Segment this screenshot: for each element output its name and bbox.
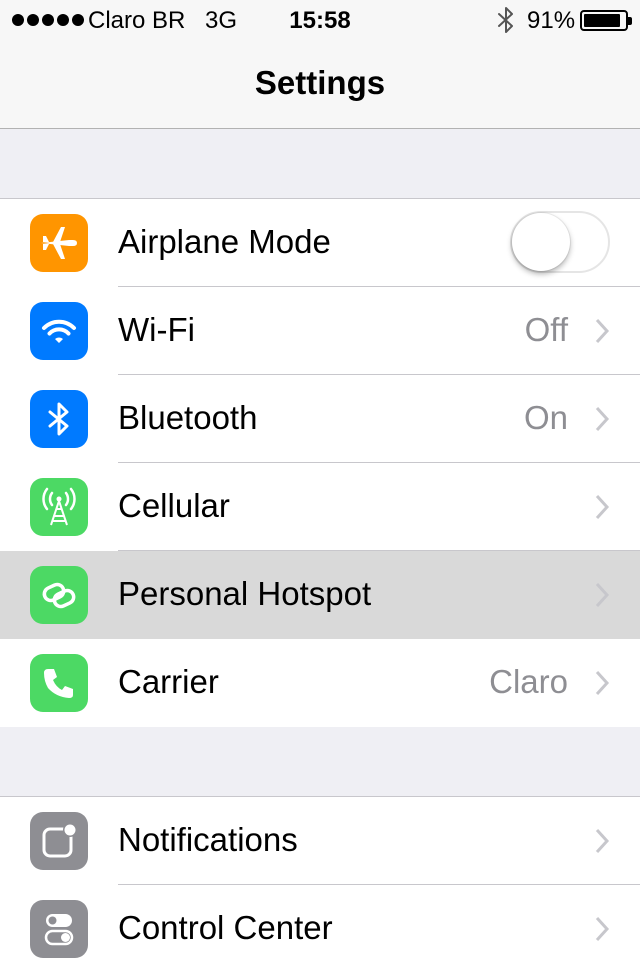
cellular-icon bbox=[30, 478, 88, 536]
wifi-icon bbox=[30, 302, 88, 360]
toggle-knob bbox=[512, 213, 570, 271]
settings-row-label: Cellular bbox=[118, 487, 230, 524]
settings-row-label: Carrier bbox=[118, 663, 219, 700]
chevron-right-icon bbox=[595, 670, 610, 696]
settings-row-label: Personal Hotspot bbox=[118, 575, 372, 612]
airplane-icon bbox=[30, 214, 88, 272]
settings-group-connectivity: Airplane Mode Wi-Fi Off Bluetooth On Cel… bbox=[0, 198, 640, 727]
settings-row-label: Notifications bbox=[118, 821, 298, 858]
navigation-bar: Settings bbox=[0, 40, 640, 129]
settings-row-label: Airplane Mode bbox=[118, 223, 331, 260]
settings-row-label: Bluetooth bbox=[118, 399, 258, 436]
settings-row-value: Off bbox=[524, 311, 568, 348]
page-title: Settings bbox=[254, 64, 386, 101]
settings-row-notifications[interactable]: Notifications bbox=[0, 797, 640, 885]
airplane-mode-toggle[interactable] bbox=[510, 211, 610, 273]
bluetooth-status-icon bbox=[498, 7, 513, 33]
settings-row-value: Claro bbox=[489, 663, 568, 700]
chevron-right-icon bbox=[595, 494, 610, 520]
settings-row-cellular[interactable]: Cellular bbox=[0, 463, 640, 551]
settings-row-personal-hotspot[interactable]: Personal Hotspot bbox=[0, 551, 640, 639]
chevron-right-icon bbox=[595, 406, 610, 432]
chevron-right-icon bbox=[595, 582, 610, 608]
control-center-icon bbox=[30, 900, 88, 958]
settings-row-control-center[interactable]: Control Center bbox=[0, 885, 640, 960]
settings-row-carrier[interactable]: Carrier Claro bbox=[0, 639, 640, 727]
settings-row-value: On bbox=[523, 399, 568, 436]
phone-icon bbox=[30, 654, 88, 712]
chevron-right-icon bbox=[595, 828, 610, 854]
notifications-icon bbox=[30, 812, 88, 870]
hotspot-icon bbox=[30, 566, 88, 624]
settings-row-label: Control Center bbox=[118, 909, 333, 946]
settings-row-airplane-mode[interactable]: Airplane Mode bbox=[0, 199, 640, 287]
settings-row-bluetooth[interactable]: Bluetooth On bbox=[0, 375, 640, 463]
settings-row-label: Wi-Fi bbox=[118, 311, 195, 348]
battery-icon bbox=[580, 10, 632, 31]
chevron-right-icon bbox=[595, 318, 610, 344]
battery-percentage: 91% bbox=[527, 7, 576, 34]
status-bar: Claro BR 3G 15:58 91% bbox=[0, 0, 640, 40]
bluetooth-icon bbox=[30, 390, 88, 448]
chevron-right-icon bbox=[595, 916, 610, 942]
settings-group-system: Notifications Control Center bbox=[0, 796, 640, 960]
settings-row-wifi[interactable]: Wi-Fi Off bbox=[0, 287, 640, 375]
